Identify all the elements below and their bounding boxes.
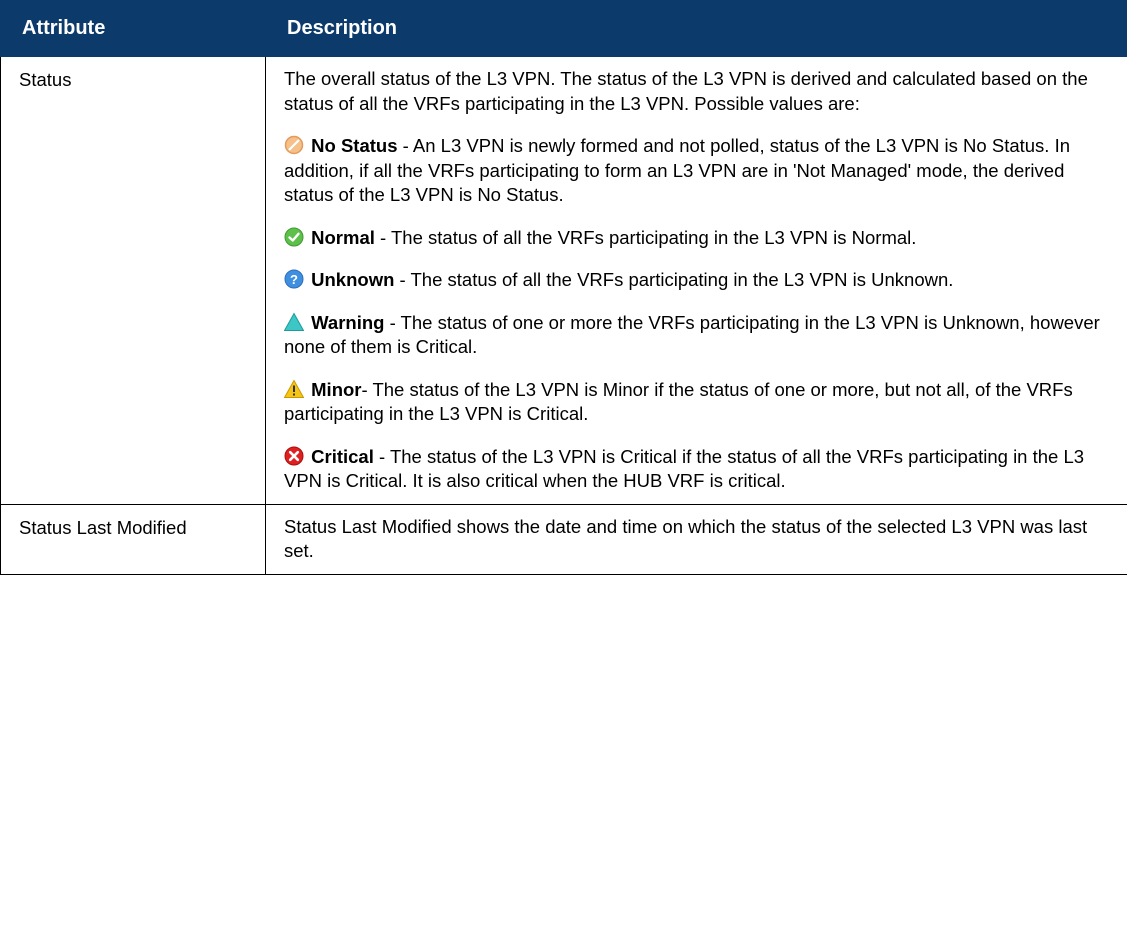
status-intro: The overall status of the L3 VPN. The st… (284, 68, 1088, 114)
svg-text:?: ? (290, 272, 298, 287)
minor-icon (284, 378, 304, 399)
status-text: - The status of the L3 VPN is Critical i… (284, 445, 1085, 492)
status-name: Minor (311, 378, 362, 400)
attribute-cell: Status Last Modified (0, 503, 266, 575)
no-status-icon (284, 135, 304, 155)
warning-icon (284, 311, 304, 332)
table-header-row: Attribute Description (0, 0, 1127, 57)
description-cell: Status Last Modified shows the date and … (265, 503, 1127, 575)
normal-icon (284, 227, 304, 247)
description-cell: The overall status of the L3 VPN. The st… (265, 56, 1127, 505)
status-name: Unknown (311, 269, 395, 290)
table-row-status-last-modified: Status Last Modified Status Last Modifie… (0, 503, 1127, 575)
table-row-status: Status The overall status of the L3 VPN.… (0, 56, 1127, 505)
status-entry-normal: Normal - The status of all the VRFs part… (284, 226, 1109, 251)
status-entry-minor: Minor- The status of the L3 VPN is Minor… (284, 378, 1109, 427)
status-text: - The status of all the VRFs participati… (374, 226, 917, 248)
status-entry-critical: Critical - The status of the L3 VPN is C… (284, 445, 1109, 494)
column-header-attribute: Attribute (0, 0, 266, 57)
status-text: - The status of the L3 VPN is Minor if t… (284, 378, 1073, 425)
status-text: - An L3 VPN is newly formed and not poll… (284, 135, 1071, 205)
status-text: - The status of one or more the VRFs par… (284, 311, 1100, 358)
status-text: - The status of all the VRFs participati… (394, 269, 954, 290)
status-name: No Status (311, 135, 398, 156)
unknown-icon: ? (284, 269, 304, 289)
column-header-description: Description (265, 0, 1127, 57)
status-entry-unknown: ? Unknown - The status of all the VRFs p… (284, 268, 1109, 293)
status-name: Critical (311, 445, 374, 467)
status-name: Normal (311, 226, 375, 248)
attribute-cell: Status (0, 56, 266, 505)
status-name: Warning (311, 311, 385, 333)
status-entry-no-status: No Status - An L3 VPN is newly formed an… (284, 134, 1109, 208)
critical-icon (284, 446, 304, 466)
status-entry-warning: Warning - The status of one or more the … (284, 311, 1109, 360)
attribute-table: Attribute Description Status The overall… (0, 0, 1127, 575)
